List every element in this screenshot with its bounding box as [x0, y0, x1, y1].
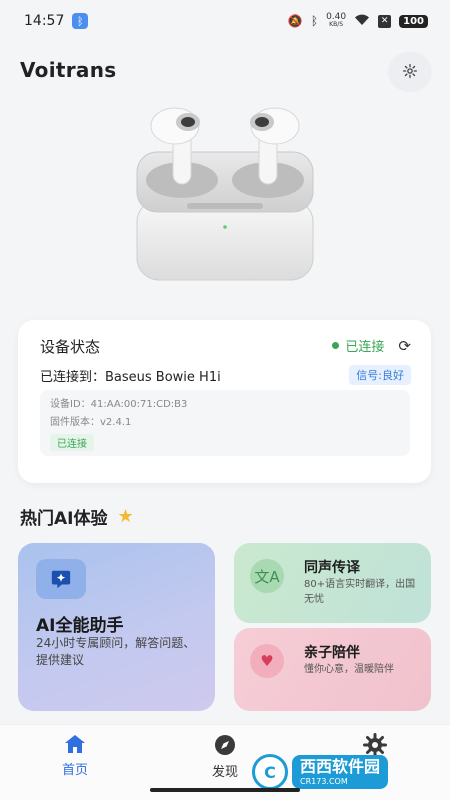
wifi-icon [354, 14, 370, 29]
battery-indicator: 100 [399, 14, 428, 28]
family-title: 亲子陪伴 [304, 645, 360, 661]
bluetooth-icon: ᛒ [310, 14, 319, 28]
connection-state-label: 已连接 [345, 340, 385, 355]
gear-icon [403, 64, 417, 78]
earbuds-illustration [136, 107, 314, 281]
translate-icon: 文A [250, 559, 284, 593]
chat-sparkle-icon [36, 559, 86, 599]
nav-discover-label: 发现 [211, 765, 238, 780]
home-indicator [150, 788, 300, 792]
connection-status: 已连接 ⟳ [332, 336, 411, 355]
sim-off-icon: ✕ [378, 14, 392, 28]
status-bar: 14:57 ᛒ 🔕 ᛒ 0.40 KB/S ✕ 100 [0, 0, 450, 42]
signal-badge: 信号:良好 [349, 365, 411, 385]
device-id: 设备ID：41:AA:00:71:CD:B3 [50, 399, 188, 410]
firmware-version: 固件版本：v2.4.1 [50, 417, 132, 428]
connected-dot-icon [332, 342, 340, 349]
home-icon [65, 735, 85, 753]
ai-assistant-desc: 24小时专属顾问，解答问题、提供建议 [36, 636, 196, 667]
settings-button[interactable] [389, 52, 431, 90]
family-desc: 懂你心意，温暖陪伴 [304, 664, 394, 675]
watermark-logo-icon: C [252, 754, 288, 790]
refresh-icon[interactable]: ⟳ [398, 337, 411, 355]
ai-assistant-card[interactable]: AI全能助手 24小时专属顾问，解答问题、提供建议 [18, 543, 215, 711]
network-speed: 0.40 KB/S [326, 12, 347, 29]
heart-icon: ♥ [250, 644, 284, 678]
section-title-text: 热门AI体验 [20, 509, 108, 529]
device-status-card: 设备状态 已连接 ⟳ 已连接到：Baseus Bowie H1i 信号:良好 设… [18, 320, 431, 483]
translation-desc: 80+语言实时翻译，出国无忧 [304, 579, 416, 605]
nav-home-label: 首页 [61, 763, 88, 778]
section-title: 热门AI体验 ★ [20, 504, 134, 529]
nav-home[interactable]: 首页 [30, 733, 120, 778]
watermark-text: 西西软件园 CR173.COM [292, 755, 389, 789]
connected-device-name: 已连接到：Baseus Bowie H1i [40, 370, 221, 385]
device-info-box: 设备ID：41:AA:00:71:CD:B3 固件版本：v2.4.1 已连接 [40, 390, 410, 456]
app-title: Voitrans [20, 58, 117, 82]
ai-assistant-title: AI全能助手 [36, 616, 124, 636]
translation-card[interactable]: 文A 同声传译 80+语言实时翻译，出国无忧 [234, 543, 431, 623]
star-icon: ★ [117, 506, 134, 527]
compass-icon [215, 735, 235, 755]
family-companion-card[interactable]: ♥ 亲子陪伴 懂你心意，温暖陪伴 [234, 628, 431, 711]
connected-badge: 已连接 [50, 434, 94, 451]
translation-title: 同声传译 [304, 560, 360, 576]
clock: 14:57 [24, 13, 65, 29]
device-status-title: 设备状态 [40, 338, 101, 356]
bluetooth-notification-icon: ᛒ [72, 13, 89, 29]
mute-icon: 🔕 [287, 14, 303, 28]
